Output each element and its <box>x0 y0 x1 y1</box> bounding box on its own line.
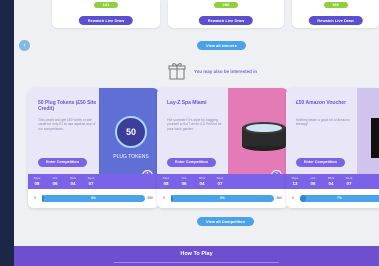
enter-competition-button[interactable]: Enter Competition <box>296 158 345 167</box>
divider <box>114 262 279 263</box>
progress-percent: 0% <box>220 196 225 200</box>
chevron-left-icon[interactable]: ‹ <box>19 40 30 51</box>
timer-minutes: Mins 04 <box>198 176 206 186</box>
competition-title: £50 Amazon Voucher <box>296 100 347 106</box>
progress-max: 360 <box>147 196 153 200</box>
view-all-competitions-button[interactable]: View all Competition <box>197 217 255 226</box>
rewatch-live-draw-button[interactable]: Rewatch Live Draw <box>78 16 134 25</box>
progress-max: 360 <box>276 196 282 200</box>
winner-badge: 121 <box>94 2 118 8</box>
timer-hours: Hrs 06 <box>181 176 187 186</box>
competition-card[interactable]: Lay-Z Spa Miami Hot summer? It's style b… <box>157 88 288 208</box>
timer-seconds: Secs 07 <box>345 176 353 186</box>
progress-min: 0 <box>292 196 294 200</box>
progress-bar: 0% <box>42 195 145 202</box>
plug-token-value: 50 <box>126 127 136 137</box>
progress-bar: 7% <box>300 195 379 202</box>
winner-card: 166 Rewatch Live Draw <box>292 0 379 28</box>
competition-card[interactable]: £50 Amazon Voucher Nothing beats a good … <box>286 88 379 208</box>
progress-percent: 7% <box>337 196 342 200</box>
left-dark-strip <box>0 0 14 266</box>
card-hero: 50 PLUG TOKENS 50 Plug Tokens (£50 Site … <box>28 88 159 181</box>
timer-days: Days 13 <box>291 176 299 186</box>
progress-row: 0 7% <box>286 189 379 208</box>
countdown-timer: Days 08 Hrs 06 Mins 04 Secs 07 <box>157 174 288 189</box>
countdown-timer: Days 08 Hrs 06 Mins 04 Secs 07 <box>28 174 159 189</box>
timer-hours: Hrs 06 <box>52 176 58 186</box>
timer-minutes: Mins 04 <box>327 176 335 186</box>
top-winners-band: 121 Rewatch Live Draw 288 Rewatch Live D… <box>14 0 379 32</box>
progress-min: 0 <box>34 196 36 200</box>
rewatch-live-draw-button[interactable]: Rewatch Live Draw <box>308 16 363 25</box>
countdown-timer: Days 13 Hrs 06 Mins 04 Secs 07 <box>286 174 379 189</box>
gift-icon <box>168 63 186 80</box>
winner-card: 121 Rewatch Live Draw <box>52 0 160 28</box>
progress-row: 0 0% 360 <box>157 189 288 208</box>
how-to-play-section: How To Play <box>14 246 379 266</box>
enter-competition-button[interactable]: Enter Competition <box>167 158 216 167</box>
competition-card[interactable]: 50 PLUG TOKENS 50 Plug Tokens (£50 Site … <box>28 88 159 208</box>
timer-days: Days 08 <box>33 176 41 186</box>
hot-tub-image <box>228 88 288 174</box>
view-all-winners-button[interactable]: View all winners <box>197 41 246 50</box>
timer-days: Days 08 <box>162 176 170 186</box>
progress-row: 0 0% 360 <box>28 189 159 208</box>
timer-seconds: Secs 07 <box>216 176 224 186</box>
card-hero: £50 Amazon Voucher Nothing beats a good … <box>286 88 379 174</box>
interest-heading: You may also be interested in <box>168 62 257 80</box>
competition-description: Nothing beats a good bit of Amazon thera… <box>296 118 350 127</box>
enter-competition-button[interactable]: Enter Competition <box>38 158 87 167</box>
timer-minutes: Mins 04 <box>69 176 77 186</box>
rewatch-live-draw-button[interactable]: Rewatch Live Draw <box>198 16 254 25</box>
winner-badge: 288 <box>214 2 238 8</box>
competition-title: 50 Plug Tokens (£50 Site Credit) <box>38 100 97 112</box>
progress-bar: 0% <box>171 195 274 202</box>
competition-title: Lay-Z Spa Miami <box>167 100 207 106</box>
winner-badge: 166 <box>323 2 348 8</box>
timer-hours: Hrs 06 <box>310 176 316 186</box>
plug-token-label: PLUG TOKENS <box>113 154 149 160</box>
timer-seconds: Secs 07 <box>87 176 95 186</box>
competition-description: This smart and get £50 worth of site cre… <box>38 118 96 131</box>
interest-text: You may also be interested in <box>194 68 258 74</box>
winner-card: 288 Rewatch Live Draw <box>168 0 284 28</box>
amazon-voucher-image <box>357 88 379 174</box>
plug-tokens-image: 50 PLUG TOKENS <box>99 88 159 174</box>
card-hero: Lay-Z Spa Miami Hot summer? It's style b… <box>157 88 288 181</box>
progress-min: 0 <box>163 196 165 200</box>
competition-description: Hot summer? It's style by bagging yourse… <box>167 118 222 131</box>
how-to-play-title: How To Play <box>180 251 213 257</box>
progress-percent: 0% <box>91 196 96 200</box>
